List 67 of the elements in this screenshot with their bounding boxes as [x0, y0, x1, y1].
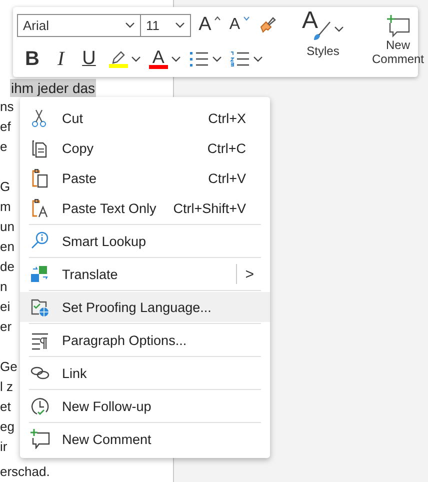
shortcut-text: Ctrl+C [207, 140, 246, 156]
chevron-down-icon [212, 56, 222, 62]
new-comment-button[interactable]: New Comment [364, 12, 428, 68]
chevron-down-icon [125, 22, 136, 28]
font-size-field[interactable]: 11 [141, 14, 191, 36]
menu-item[interactable]: Link [20, 358, 270, 388]
document-text: m [0, 199, 11, 214]
document-text: ns [0, 99, 14, 114]
clipboard-icon [30, 168, 50, 188]
menu-item[interactable]: Cut Ctrl+X [20, 103, 270, 133]
document-text: ei [0, 299, 10, 314]
chevron-down-icon [334, 26, 344, 32]
menu-item[interactable]: Translate > [20, 259, 270, 289]
search-icon [30, 231, 50, 251]
comment-icon [30, 429, 50, 449]
comment-icon [385, 14, 411, 38]
caret-up-icon [214, 16, 222, 21]
submenu-arrow: > [245, 266, 254, 282]
document-text: eg [0, 419, 14, 434]
caret-down-icon [243, 16, 250, 21]
chevron-down-icon [130, 56, 141, 62]
numbered-list-icon [230, 51, 250, 67]
document-text: n [0, 279, 8, 294]
document-text: un [0, 219, 14, 234]
clipboard-icon [30, 198, 50, 218]
chevron-down-icon [174, 22, 185, 28]
document-text: en [0, 239, 14, 254]
menu-item[interactable]: Paste Text Only Ctrl+Shift+V [20, 193, 270, 223]
document-text: G [0, 179, 10, 194]
font-color-letter: A [152, 49, 164, 65]
document-text: ir [0, 439, 8, 454]
chevron-down-icon [170, 56, 181, 62]
document-text: et [0, 399, 11, 414]
menu-item[interactable]: Set Proofing Language... [20, 292, 270, 322]
shortcut-text: Ctrl+Shift+V [173, 200, 246, 216]
bold-button[interactable]: B [17, 46, 48, 72]
menu-item[interactable]: New Comment [20, 424, 270, 454]
underline-button[interactable]: U [73, 46, 105, 72]
menu-item[interactable]: Paste Ctrl+V [20, 163, 270, 193]
menu-item[interactable]: New Follow-up [20, 391, 270, 421]
document-text: Ge [0, 359, 18, 374]
menu-item[interactable]: Copy Ctrl+C [20, 133, 270, 163]
font-name-field[interactable]: Arial [17, 14, 142, 36]
document-text: e [0, 139, 8, 154]
chevron-down-icon [252, 56, 263, 62]
shortcut-text: Ctrl+V [208, 170, 246, 186]
menu-item[interactable]: Smart Lookup [20, 226, 270, 256]
document-text: er [0, 319, 12, 334]
paintbrush-icon [258, 15, 278, 35]
document-text: de [0, 259, 14, 274]
grow-font-button[interactable]: A [194, 12, 226, 38]
italic-button[interactable]: I [48, 46, 74, 72]
document-text: ef [0, 119, 11, 134]
font-color-button[interactable]: A [144, 46, 185, 72]
selected-text: ihm jeder das [10, 79, 96, 97]
document-text: l z [0, 379, 13, 394]
styles-letter: A [302, 14, 318, 28]
menu-item[interactable]: Paragraph Options... [20, 325, 270, 355]
clock-icon [30, 396, 50, 416]
shortcut-text: Ctrl+X [208, 110, 246, 126]
document-text: erschad. [0, 464, 50, 479]
language-icon [30, 297, 50, 317]
bullet-list-icon [188, 51, 209, 67]
translate-icon [30, 264, 50, 284]
shrink-font-button[interactable]: A [225, 12, 254, 38]
styles-button[interactable]: A Styles [298, 12, 348, 60]
highlighter-icon [110, 50, 126, 64]
